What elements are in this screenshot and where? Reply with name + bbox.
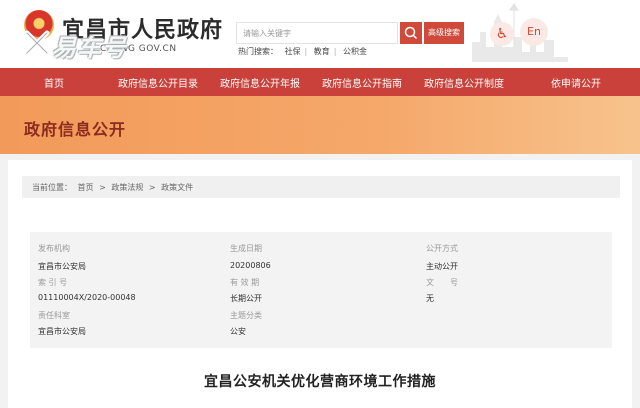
nav-item-system[interactable]: 政府信息公开制度 (412, 75, 516, 90)
meta-value-index: 01110004X/2020-00048 (38, 293, 136, 302)
breadcrumb-separator: > (99, 183, 106, 192)
search-input[interactable]: 请输入关键字 (236, 22, 398, 44)
breadcrumb-label: 当前位置： (32, 183, 72, 192)
hot-search-item[interactable]: 社保 (285, 47, 301, 56)
nav-item-annual-report[interactable]: 政府信息公开年报 (208, 75, 312, 90)
meta-value-method: 主动公开 (426, 262, 458, 271)
nav-item-apply[interactable]: 依申请公开 (516, 75, 636, 90)
watermark-x-icon (24, 30, 50, 56)
breadcrumb-separator: > (148, 183, 156, 192)
site-header: 宜昌市人民政府 CHANG GOV.CN 易车号 请输入关键字 高级搜索 热门搜… (0, 0, 640, 68)
meta-label-index: 索 引 号 (38, 278, 68, 287)
advanced-search-button[interactable]: 高级搜索 (424, 22, 464, 44)
accessibility-icon[interactable]: ♿ (490, 22, 514, 46)
meta-value-date: 20200806 (230, 261, 271, 270)
nav-item-catalog[interactable]: 政府信息公开目录 (108, 75, 208, 90)
meta-value-category: 公安 (230, 327, 246, 336)
banner-title: 政府信息公开 (24, 120, 127, 139)
meta-label-publisher: 发布机构 (38, 244, 70, 253)
breadcrumb-item[interactable]: 政策文件 (161, 183, 193, 192)
hot-search-item[interactable]: 公积金 (343, 47, 367, 56)
meta-value-dept: 宜昌市公安局 (38, 327, 86, 336)
meta-label-validity: 有 效 期 (230, 278, 260, 287)
hot-search-label: 热门搜索： (238, 47, 278, 56)
breadcrumb-item[interactable]: 政策法规 (111, 183, 143, 192)
meta-label-category: 主题分类 (230, 311, 262, 320)
meta-label-method: 公开方式 (426, 244, 458, 253)
english-version-button[interactable]: En (520, 18, 548, 46)
meta-value-publisher: 宜昌市公安局 (38, 262, 86, 271)
main-nav: 首页 政府信息公开目录 政府信息公开年报 政府信息公开指南 政府信息公开制度 依… (0, 68, 640, 96)
nav-item-home[interactable]: 首页 (0, 75, 108, 90)
meta-label-dept: 责任科室 (38, 311, 70, 320)
hot-search: 热门搜索： 社保 | 教育 | 公积金 (238, 47, 368, 56)
meta-value-docno: 无 (426, 294, 434, 303)
hot-search-item[interactable]: 教育 (314, 47, 330, 56)
document-title: 宜昌公安机关优化营商环境工作措施 (204, 374, 436, 390)
breadcrumb-item[interactable]: 首页 (78, 183, 94, 192)
meta-label-docno: 文 号 (426, 278, 458, 287)
nav-item-guide[interactable]: 政府信息公开指南 (312, 75, 412, 90)
search-icon (404, 26, 418, 40)
document-metadata-table: 发布机构 生成日期 公开方式 宜昌市公安局 20200806 主动公开 索 引 … (30, 232, 612, 348)
meta-value-validity: 长期公开 (230, 294, 262, 303)
search-button[interactable] (400, 22, 422, 44)
breadcrumb: 当前位置： 首页 > 政策法规 > 政策文件 (22, 176, 620, 198)
section-banner: 政府信息公开 (0, 96, 640, 154)
watermark: 易车号 (52, 34, 127, 62)
meta-label-date: 生成日期 (230, 244, 262, 253)
